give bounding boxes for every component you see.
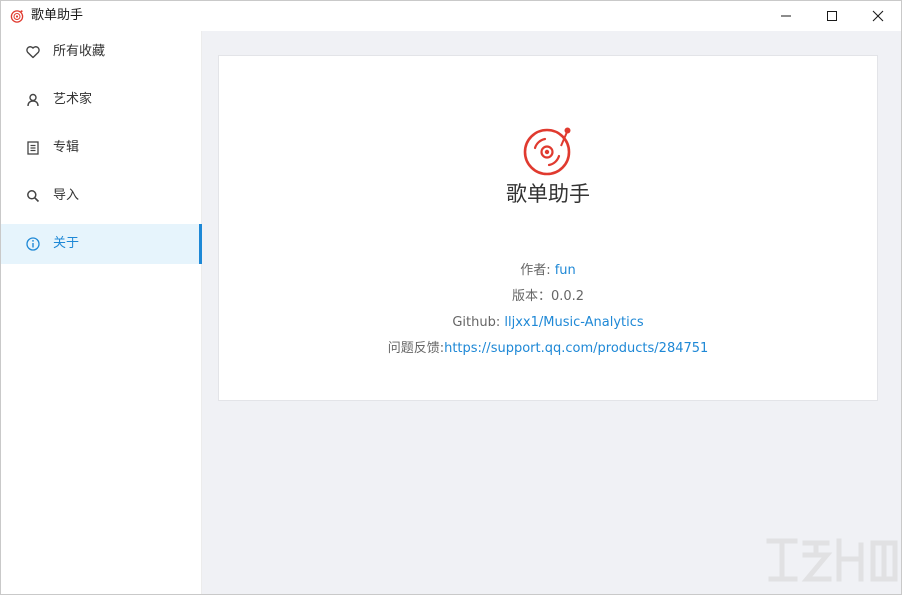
sidebar-item-import[interactable]: 导入 bbox=[1, 176, 202, 216]
github-link[interactable]: lljxx1/Music-Analytics bbox=[504, 315, 643, 330]
sidebar-item-label: 关于 bbox=[53, 236, 80, 251]
sidebar-item-favorites[interactable]: 所有收藏 bbox=[1, 32, 202, 72]
about-card: 歌单助手 作者: fun 版本：0.0.2 Github: lljxx1/Mus… bbox=[218, 55, 878, 401]
sidebar-item-label: 所有收藏 bbox=[53, 44, 106, 59]
author-row: 作者: fun bbox=[219, 262, 877, 280]
sidebar-item-albums[interactable]: 专辑 bbox=[1, 128, 202, 168]
github-label: Github: bbox=[452, 315, 505, 330]
app-window: 歌单助手 所有收藏 艺术家 专辑 导入 关于 歌单助手 作者: fun 版本：0… bbox=[0, 0, 902, 595]
sidebar-item-artists[interactable]: 艺术家 bbox=[1, 80, 202, 120]
sidebar-nav: 所有收藏 艺术家 专辑 导入 关于 bbox=[1, 31, 202, 594]
sidebar-item-label: 艺术家 bbox=[53, 92, 93, 107]
maximize-icon bbox=[827, 11, 837, 21]
author-link[interactable]: fun bbox=[555, 263, 576, 278]
title-bar[interactable]: 歌单助手 bbox=[1, 1, 901, 31]
sidebar-item-label: 导入 bbox=[53, 188, 80, 203]
sidebar-item-about[interactable]: 关于 bbox=[1, 224, 202, 264]
github-row: Github: lljxx1/Music-Analytics bbox=[219, 314, 877, 332]
minimize-button[interactable] bbox=[763, 1, 809, 31]
main-content: 歌单助手 作者: fun 版本：0.0.2 Github: lljxx1/Mus… bbox=[202, 31, 901, 594]
sidebar-item-label: 专辑 bbox=[53, 140, 80, 155]
minimize-icon bbox=[781, 15, 791, 17]
feedback-label: 问题反馈: bbox=[387, 341, 445, 356]
about-app-name: 歌单助手 bbox=[506, 182, 590, 206]
version-row: 版本：0.0.2 bbox=[219, 288, 877, 306]
app-logo-icon bbox=[523, 127, 571, 176]
version-value: 0.0.2 bbox=[550, 289, 585, 304]
user-icon bbox=[27, 93, 39, 107]
feedback-row: 问题反馈:https://support.qq.com/products/284… bbox=[219, 340, 877, 358]
watermark-logo bbox=[766, 538, 898, 582]
maximize-button[interactable] bbox=[809, 1, 855, 31]
close-icon bbox=[872, 10, 884, 22]
feedback-link[interactable]: https://support.qq.com/products/284751 bbox=[444, 341, 708, 356]
author-label: 作者: bbox=[520, 263, 555, 278]
album-icon bbox=[27, 141, 39, 155]
window-title: 歌单助手 bbox=[31, 8, 84, 23]
app-logo-icon bbox=[10, 10, 24, 23]
version-label: 版本： bbox=[511, 289, 551, 304]
close-button[interactable] bbox=[855, 1, 901, 31]
search-icon bbox=[27, 190, 40, 203]
heart-icon bbox=[26, 46, 40, 59]
info-icon bbox=[26, 237, 40, 251]
